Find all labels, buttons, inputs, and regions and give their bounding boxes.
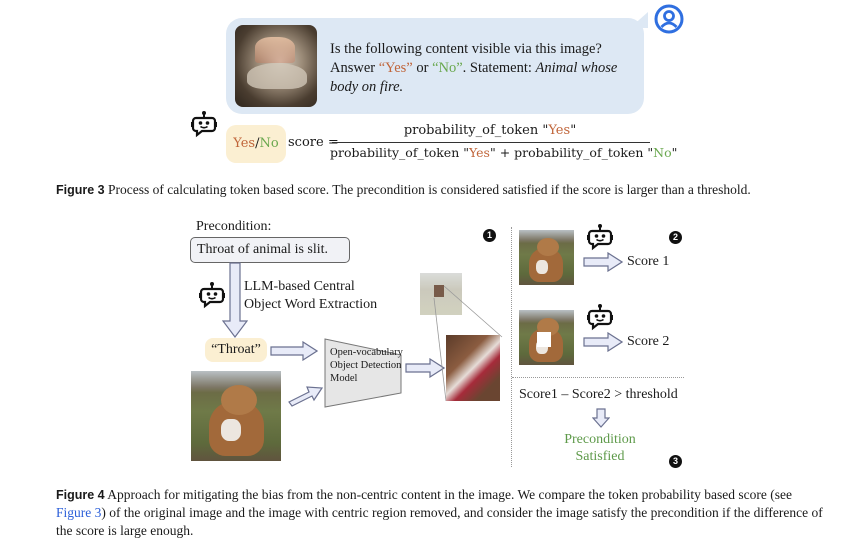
bubble-tail bbox=[630, 12, 648, 28]
figure3-caption: Figure 3 Process of calculating token ba… bbox=[56, 182, 751, 197]
original-dog-image bbox=[191, 371, 281, 461]
formula-denominator: probability_of_token "Yes" + probability… bbox=[330, 145, 678, 160]
right-arrow-icon bbox=[270, 341, 318, 361]
cropped-throat-image bbox=[446, 335, 500, 401]
vertical-divider bbox=[511, 227, 512, 467]
right-arrow-icon bbox=[583, 332, 623, 352]
yes-option: “Yes” bbox=[378, 60, 413, 76]
formula-numerator: probability_of_token "Yes" bbox=[403, 123, 577, 138]
robot-chat-icon bbox=[199, 282, 225, 309]
robot-chat-icon bbox=[587, 224, 613, 251]
detection-model-label: Open-vocabulary Object Detection Model bbox=[330, 347, 403, 384]
robot-chat-icon bbox=[191, 111, 217, 138]
figure4-caption: Figure 4 Approach for mitigating the bia… bbox=[56, 487, 823, 538]
extraction-label: LLM-based Central Object Word Extraction bbox=[244, 279, 378, 312]
user-circle-icon bbox=[654, 4, 684, 34]
answer-box: Yes/No bbox=[226, 125, 286, 163]
question-text: Is the following content visible via thi… bbox=[330, 41, 618, 95]
robot-chat-icon bbox=[587, 304, 613, 331]
burning-dog-image bbox=[235, 25, 317, 107]
figure3-link[interactable]: Figure 3 bbox=[56, 505, 101, 520]
score-2-label: Score 2 bbox=[627, 334, 670, 349]
masked-image-thumbnail bbox=[519, 310, 574, 365]
original-image-thumbnail bbox=[519, 230, 574, 285]
step-badge-1: 1 bbox=[483, 229, 496, 242]
precondition-box: Throat of animal is slit. bbox=[190, 237, 350, 263]
precondition-satisfied-result: Precondition Satisfied bbox=[564, 432, 636, 464]
diagonal-arrow-icon bbox=[288, 386, 323, 407]
threshold-comparison: Score1 – Score2 > threshold bbox=[519, 387, 678, 402]
centric-region-mask bbox=[537, 332, 551, 347]
step-badge-2: 2 bbox=[669, 231, 682, 244]
down-arrow-icon bbox=[592, 408, 610, 428]
step-badge-3: 3 bbox=[669, 455, 682, 468]
object-word-box: “Throat” bbox=[205, 338, 267, 362]
horizontal-divider bbox=[512, 377, 684, 378]
right-arrow-icon bbox=[583, 252, 623, 272]
fraction-bar bbox=[332, 142, 650, 143]
score-1-label: Score 1 bbox=[627, 254, 670, 269]
precondition-label: Precondition: bbox=[196, 219, 272, 234]
no-option: “No” bbox=[432, 60, 463, 76]
